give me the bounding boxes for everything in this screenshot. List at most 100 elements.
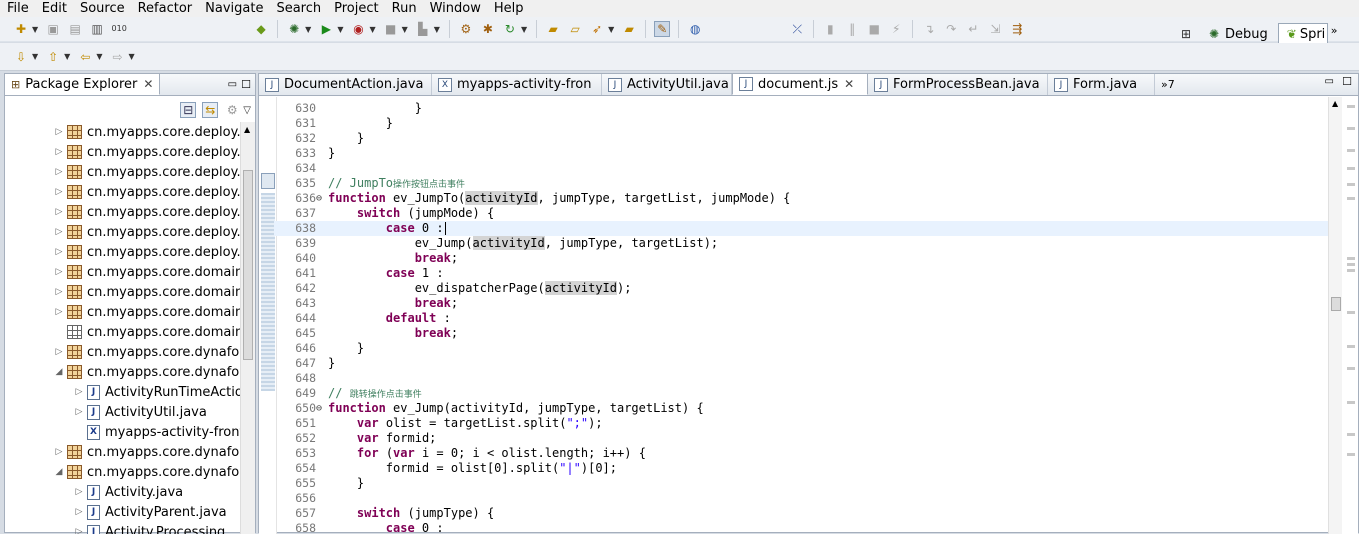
open-resource-icon[interactable]: ▰ <box>621 21 637 37</box>
code-line[interactable]: 653 for (var i = 0; i < olist.length; i+… <box>274 446 1328 461</box>
maximize-icon[interactable]: ☐ <box>241 78 251 91</box>
close-tab-icon[interactable]: ✕ <box>844 77 854 91</box>
menu-source[interactable]: Source <box>73 1 131 17</box>
tree-item-package[interactable]: ▷cn.myapps.core.domain.d <box>5 282 241 302</box>
scroll-up-icon[interactable]: ▲ <box>244 125 250 134</box>
code-line[interactable]: 647} <box>274 356 1328 371</box>
marker[interactable] <box>1347 257 1355 260</box>
code-line[interactable]: 658 case 0 : <box>274 521 1328 534</box>
tree-item-package[interactable]: ▷cn.myapps.core.deploy.m <box>5 182 241 202</box>
marker[interactable] <box>1347 401 1355 404</box>
close-icon[interactable]: ✕ <box>143 77 153 91</box>
menu-refactor[interactable]: Refactor <box>131 1 199 17</box>
editor-maximize-icon[interactable]: ☐ <box>1342 75 1352 88</box>
menu-project[interactable]: Project <box>327 1 384 17</box>
collapsed-twistie-icon[interactable]: ▷ <box>53 147 65 157</box>
code-line[interactable]: 635// JumpTo操作按钮点击事件 <box>274 176 1328 191</box>
tree-item-file[interactable]: ▷JActivityParent.java <box>5 502 227 522</box>
collapsed-twistie-icon[interactable]: ▷ <box>53 187 65 197</box>
back-icon[interactable]: ⇦ <box>77 49 93 65</box>
editor-tab-document-js[interactable]: Jdocument.js✕ <box>732 73 868 95</box>
collapsed-twistie-icon[interactable]: ▷ <box>53 207 65 217</box>
code-line[interactable]: 645 break; <box>274 326 1328 341</box>
editor-scrollbar[interactable]: ▲ <box>1328 97 1342 534</box>
deploy-icon[interactable]: ▙ <box>415 21 431 37</box>
editor-tab-myapps-activity-fron[interactable]: Xmyapps-activity-fron <box>432 74 602 95</box>
launch-dropdown-icon[interactable]: ▼ <box>608 25 614 34</box>
external-tools-icon[interactable]: ◉ <box>350 21 366 37</box>
tree-item-file[interactable]: ▷JActivityUtil.java <box>5 402 207 422</box>
step-over-icon[interactable]: ↷ <box>943 21 959 37</box>
print-icon[interactable]: ▥ <box>89 21 105 37</box>
tree-item-file[interactable]: ▷JActivity.java <box>5 482 183 502</box>
collapsed-twistie-icon[interactable]: ▷ <box>53 247 65 257</box>
code-line[interactable]: 643 break; <box>274 296 1328 311</box>
step-return-icon[interactable]: ↵ <box>965 21 981 37</box>
code-line[interactable]: 648 <box>274 371 1328 386</box>
expanded-twistie-icon[interactable]: ◢ <box>53 467 65 477</box>
next-annotation-dropdown-icon[interactable]: ▼ <box>32 52 38 61</box>
minimize-icon[interactable]: ▭ <box>228 79 237 90</box>
resume-icon[interactable]: ▮ <box>822 21 838 37</box>
menu-run[interactable]: Run <box>385 1 423 17</box>
previous-annotation-dropdown-icon[interactable]: ▼ <box>64 52 70 61</box>
code-line[interactable]: 652 var formid; <box>274 431 1328 446</box>
marker[interactable] <box>1347 263 1355 266</box>
tree-item-package[interactable]: ▷cn.myapps.core.dynaform <box>5 342 241 362</box>
disconnect-icon[interactable]: ⚡ <box>888 21 904 37</box>
open-type-icon[interactable]: ◆ <box>253 21 269 37</box>
forward-icon[interactable]: ⇨ <box>109 49 125 65</box>
tree-item-package[interactable]: ◢cn.myapps.core.dynaform <box>5 462 241 482</box>
code-line[interactable]: 656 <box>274 491 1328 506</box>
code-line[interactable]: 642 ev_dispatcherPage(activityId); <box>274 281 1328 296</box>
code-line[interactable]: 651 var olist = targetList.split(";"); <box>274 416 1328 431</box>
tree-item-package[interactable]: ▷cn.myapps.core.deploy.m <box>5 242 241 262</box>
tree-item-file[interactable]: ▷JActivity.Processing <box>5 522 225 534</box>
marker[interactable] <box>1347 197 1355 200</box>
collapsed-twistie-icon[interactable]: ▷ <box>73 507 85 517</box>
tree-item-package[interactable]: ▷cn.myapps.core.deploy.ap <box>5 122 241 142</box>
marker[interactable] <box>1347 345 1355 348</box>
tree-item-package[interactable]: ▷cn.myapps.core.domain.e <box>5 302 241 322</box>
editor-tab-documentaction-java[interactable]: JDocumentAction.java <box>259 74 432 95</box>
drop-to-frame-icon[interactable]: ⇲ <box>987 21 1003 37</box>
menu-navigate[interactable]: Navigate <box>198 1 269 17</box>
code-line[interactable]: 636⊖function ev_JumpTo(activityId, jumpT… <box>274 191 1328 206</box>
launch-icon[interactable]: ➶ <box>589 21 605 37</box>
code-line[interactable]: 650⊖function ev_Jump(activityId, jumpTyp… <box>274 401 1328 416</box>
back-dropdown-icon[interactable]: ▼ <box>96 52 102 61</box>
collapsed-twistie-icon[interactable]: ▷ <box>53 227 65 237</box>
code-line[interactable]: 646 } <box>274 341 1328 356</box>
marker[interactable] <box>1347 453 1355 456</box>
tree-item-package[interactable]: ▷cn.myapps.core.deploy.cc <box>5 162 241 182</box>
code-line[interactable]: 655 } <box>274 476 1328 491</box>
marker[interactable] <box>1347 183 1355 186</box>
code-line[interactable]: 630 } <box>274 101 1328 116</box>
tree-item-file[interactable]: Xmyapps-activity-front.x <box>5 422 241 442</box>
debug-perspective-button[interactable]: ✺ Debug <box>1197 23 1274 45</box>
marker[interactable] <box>1347 367 1355 370</box>
debug-icon[interactable]: ✺ <box>286 21 302 37</box>
fold-collapse-icon[interactable]: ⊖ <box>316 191 326 206</box>
new-class-icon[interactable]: ✱ <box>480 21 496 37</box>
menu-edit[interactable]: Edit <box>35 1 73 17</box>
code-line[interactable]: 649// 跳转操作点击事件 <box>274 386 1328 401</box>
deploy-dropdown-icon[interactable]: ▼ <box>434 25 440 34</box>
editor-minimize-icon[interactable]: ▭ <box>1325 76 1334 87</box>
collapsed-twistie-icon[interactable]: ▷ <box>53 347 65 357</box>
previous-annotation-icon[interactable]: ⇧ <box>45 49 61 65</box>
binary-icon[interactable]: 010 <box>111 21 127 37</box>
suspend-icon[interactable]: ‖ <box>844 21 860 37</box>
tree-item-package[interactable]: ▷cn.myapps.core.domain.a <box>5 262 241 282</box>
collapsed-twistie-icon[interactable]: ▷ <box>73 487 85 497</box>
new-dropdown-icon[interactable]: ▼ <box>32 25 38 34</box>
package-explorer-tab[interactable]: ⊞ Package Explorer ✕ <box>5 73 160 95</box>
external-tools-dropdown-icon[interactable]: ▼ <box>369 25 375 34</box>
collapsed-twistie-icon[interactable]: ▷ <box>53 267 65 277</box>
terminate-icon[interactable]: ■ <box>866 21 882 37</box>
view-menu-dropdown-icon[interactable]: ▽ <box>243 105 251 116</box>
toggle-mark-occurrences-icon[interactable]: ✎ <box>654 21 670 37</box>
more-tabs-icon[interactable]: »7 <box>1155 78 1181 95</box>
run-dropdown-icon[interactable]: ▼ <box>337 25 343 34</box>
code-line[interactable]: 640 break; <box>274 251 1328 266</box>
